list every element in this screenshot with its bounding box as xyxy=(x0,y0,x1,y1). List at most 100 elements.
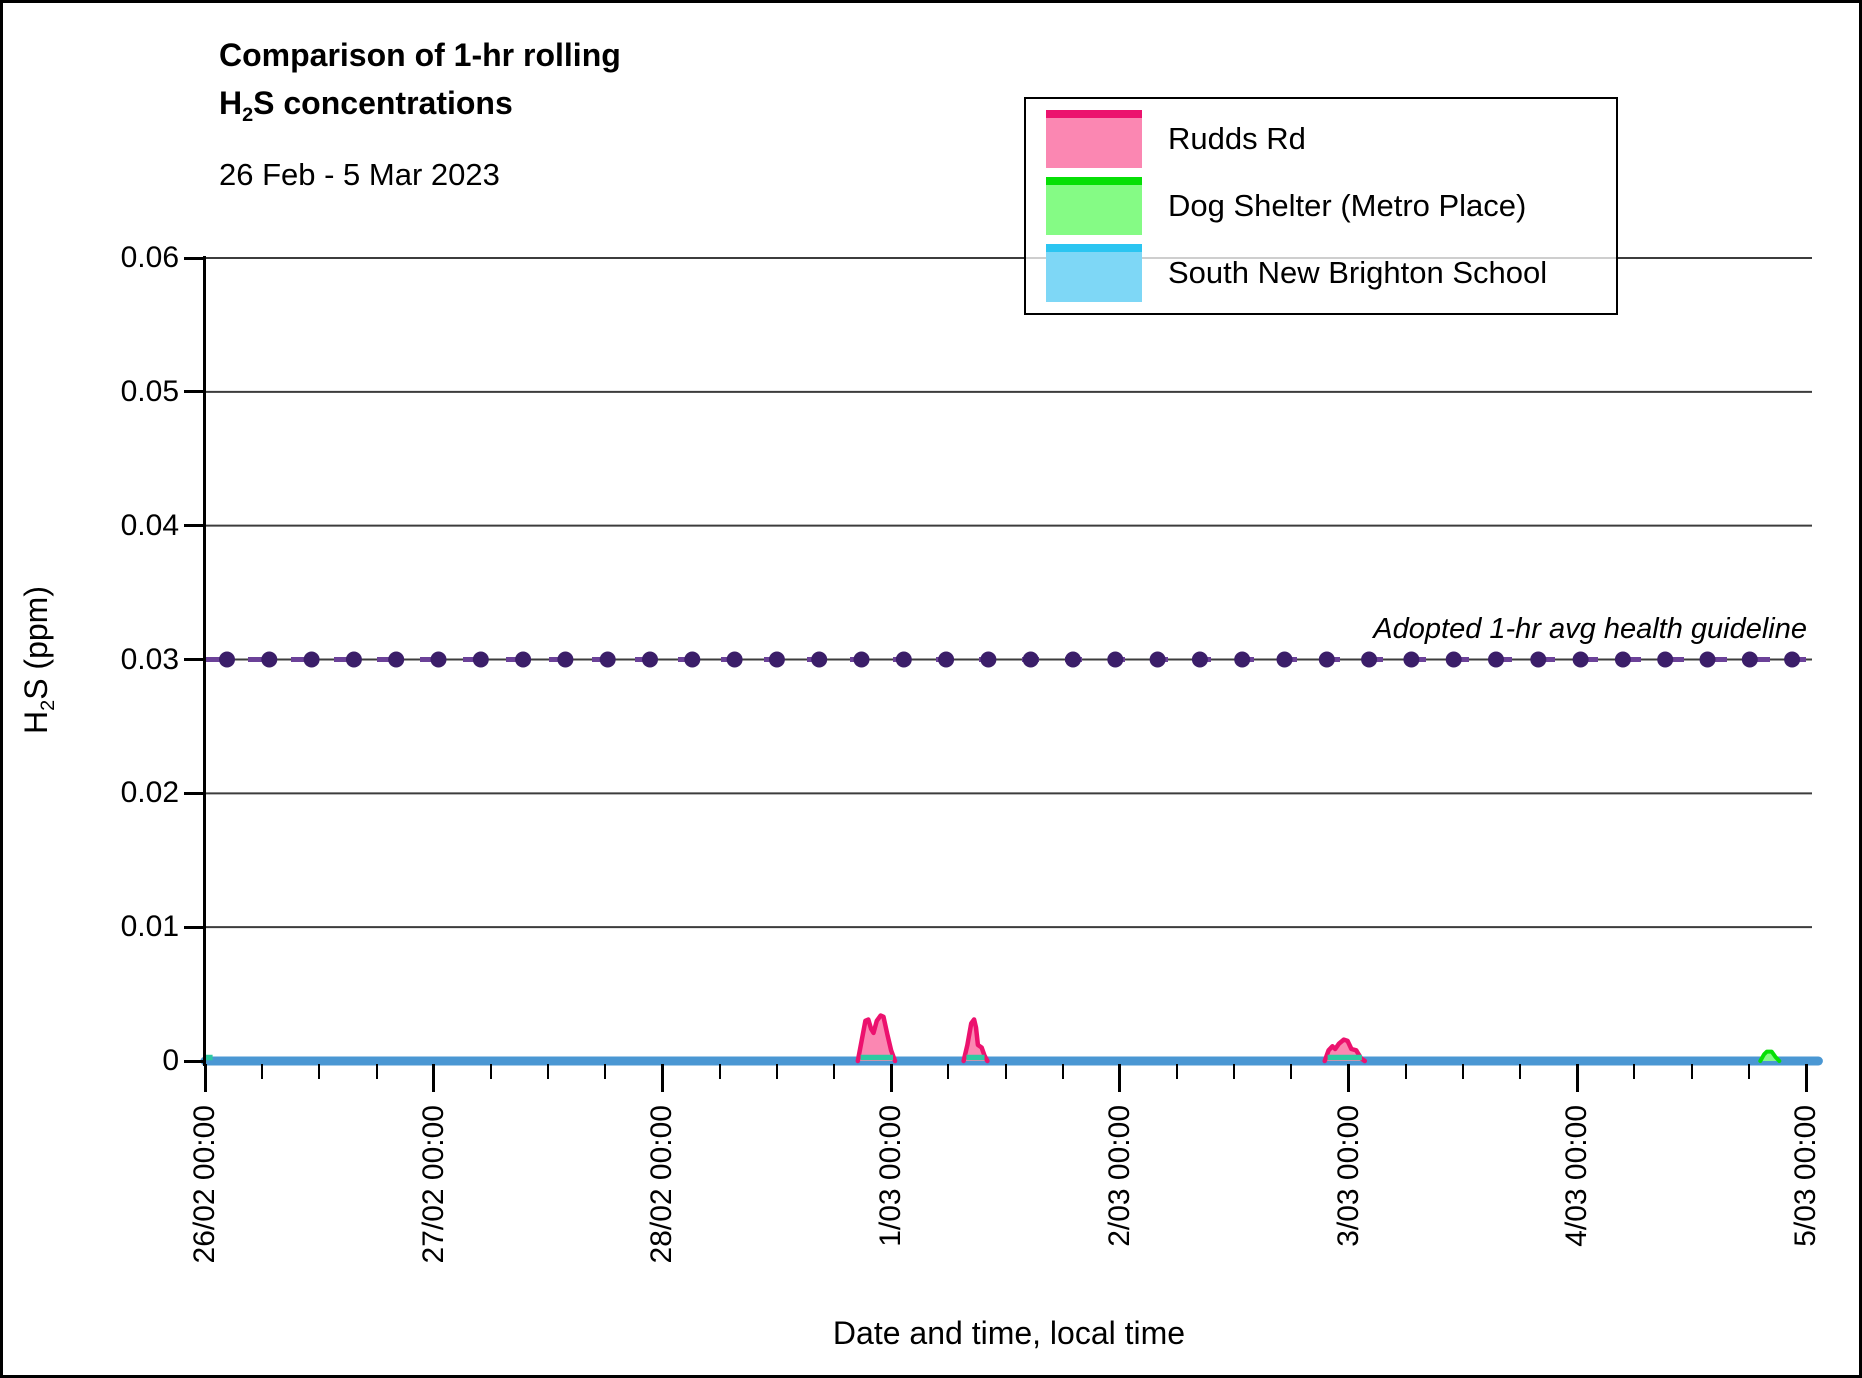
legend: Rudds Rd Dog Shelter (Metro Place) South N… xyxy=(1024,97,1618,315)
x-tick-label: 1/03 00:00 xyxy=(874,1105,908,1247)
guideline-dot xyxy=(388,651,405,668)
y-axis-title: H2S (ppm) xyxy=(18,585,59,734)
x-tick-minor xyxy=(947,1064,950,1079)
guideline-dot xyxy=(853,651,870,668)
guideline-dot xyxy=(1614,651,1631,668)
guideline-dot xyxy=(345,651,362,668)
x-tick-minor xyxy=(1004,1064,1007,1079)
guideline-dot xyxy=(726,651,743,668)
x-tick-minor xyxy=(1461,1064,1464,1079)
guideline-dot xyxy=(1107,651,1124,668)
chart-title-line2: H2S concentrations xyxy=(219,85,513,126)
x-tick-minor xyxy=(1404,1064,1407,1079)
x-tick-label: 27/02 00:00 xyxy=(416,1105,450,1264)
guideline-dot xyxy=(1149,651,1166,668)
chart-title-line1: Comparison of 1-hr rolling xyxy=(219,37,621,73)
x-tick-major xyxy=(1347,1064,1351,1092)
guideline-dot xyxy=(1741,651,1758,668)
x-tick-label: 2/03 00:00 xyxy=(1102,1105,1136,1247)
y-tick xyxy=(184,256,205,260)
guideline-dot xyxy=(642,651,658,668)
guideline-dot xyxy=(1657,651,1674,668)
guideline-dot xyxy=(1784,651,1801,668)
y-tick xyxy=(184,524,205,528)
guideline-dot xyxy=(1445,651,1462,668)
guideline-dot xyxy=(1191,651,1208,668)
y-tick xyxy=(184,791,205,795)
legend-item: South New Brighton School xyxy=(1046,244,1596,302)
guideline-dot xyxy=(1234,651,1251,668)
x-tick-label: 4/03 00:00 xyxy=(1560,1105,1594,1247)
guideline-dot xyxy=(219,651,235,668)
guideline-dot xyxy=(938,651,955,668)
y-tick-label: 0.04 xyxy=(120,508,179,542)
guideline-dot xyxy=(1572,651,1589,668)
guideline-dot xyxy=(980,651,997,668)
legend-swatch xyxy=(1046,110,1142,168)
y-tick-label: 0.05 xyxy=(120,374,179,408)
plot-area xyxy=(200,257,1823,1066)
x-tick-label: 3/03 00:00 xyxy=(1331,1105,1365,1247)
x-tick-label: 5/03 00:00 xyxy=(1789,1105,1822,1247)
legend-item: Rudds Rd xyxy=(1046,110,1596,168)
x-tick-minor xyxy=(318,1064,321,1079)
x-tick-minor xyxy=(375,1064,378,1079)
guideline-dot xyxy=(684,651,701,668)
y-axis-line xyxy=(203,256,206,1066)
x-tick-minor xyxy=(1290,1064,1293,1079)
chart-figure: Comparison of 1-hr rolling H2S concentra… xyxy=(0,0,1862,1378)
x-tick-minor xyxy=(261,1064,264,1079)
x-tick-minor xyxy=(775,1064,778,1079)
x-tick-major xyxy=(660,1064,664,1092)
guideline-dot xyxy=(1488,651,1504,668)
x-tick-major xyxy=(203,1064,207,1092)
legend-label: South New Brighton School xyxy=(1168,255,1548,290)
y-tick xyxy=(184,1059,205,1063)
chart-title: Comparison of 1-hr rolling H2S concentra… xyxy=(219,31,621,139)
guideline-dot xyxy=(261,651,278,668)
y-tick-label: 0.02 xyxy=(120,776,179,810)
guideline-dot xyxy=(1530,651,1547,668)
legend-label: Dog Shelter (Metro Place) xyxy=(1168,188,1527,223)
guideline-dot xyxy=(1403,651,1420,668)
guideline-dot xyxy=(1318,651,1335,668)
y-tick-label: 0.03 xyxy=(120,642,179,676)
guideline-dot xyxy=(515,651,532,668)
x-tick-minor xyxy=(604,1064,607,1079)
x-tick-minor xyxy=(1519,1064,1522,1079)
x-tick-minor xyxy=(718,1064,721,1079)
x-tick-minor xyxy=(1176,1064,1179,1079)
x-tick-minor xyxy=(1633,1064,1636,1079)
y-tick xyxy=(184,925,205,929)
guideline-dot xyxy=(895,651,912,668)
x-tick-minor xyxy=(489,1064,492,1079)
x-tick-minor xyxy=(1061,1064,1064,1079)
x-tick-minor xyxy=(547,1064,550,1079)
guideline-dot xyxy=(557,651,574,668)
guideline-dot xyxy=(1022,651,1039,668)
x-tick-major xyxy=(432,1064,436,1092)
chart-subtitle: 26 Feb - 5 Mar 2023 xyxy=(219,157,500,192)
y-tick-label: 0.01 xyxy=(120,910,179,944)
legend-swatch xyxy=(1046,177,1142,235)
y-tick-label: 0 xyxy=(162,1044,179,1077)
guideline-dot xyxy=(472,651,489,668)
legend-swatch xyxy=(1046,244,1142,302)
y-tick xyxy=(184,658,205,661)
x-tick-label: 28/02 00:00 xyxy=(645,1105,679,1264)
y-tick xyxy=(184,390,205,394)
x-tick-minor xyxy=(1233,1064,1236,1079)
x-tick-major xyxy=(1118,1064,1122,1092)
x-tick-major xyxy=(1575,1064,1579,1092)
guideline-dot xyxy=(1065,651,1081,668)
y-tick-label: 0.06 xyxy=(120,241,179,274)
x-tick-major xyxy=(889,1064,893,1092)
guideline-dot xyxy=(599,651,616,668)
guideline-dot xyxy=(430,651,447,668)
y-axis-title-box: H2S (ppm) xyxy=(17,258,61,1061)
x-axis-title: Date and time, local time xyxy=(832,1315,1186,1351)
legend-label: Rudds Rd xyxy=(1168,121,1306,156)
x-tick-minor xyxy=(1747,1064,1750,1079)
guideline-dot xyxy=(1276,651,1293,668)
guideline-label: Adopted 1-hr avg health guideline xyxy=(1373,613,1807,645)
